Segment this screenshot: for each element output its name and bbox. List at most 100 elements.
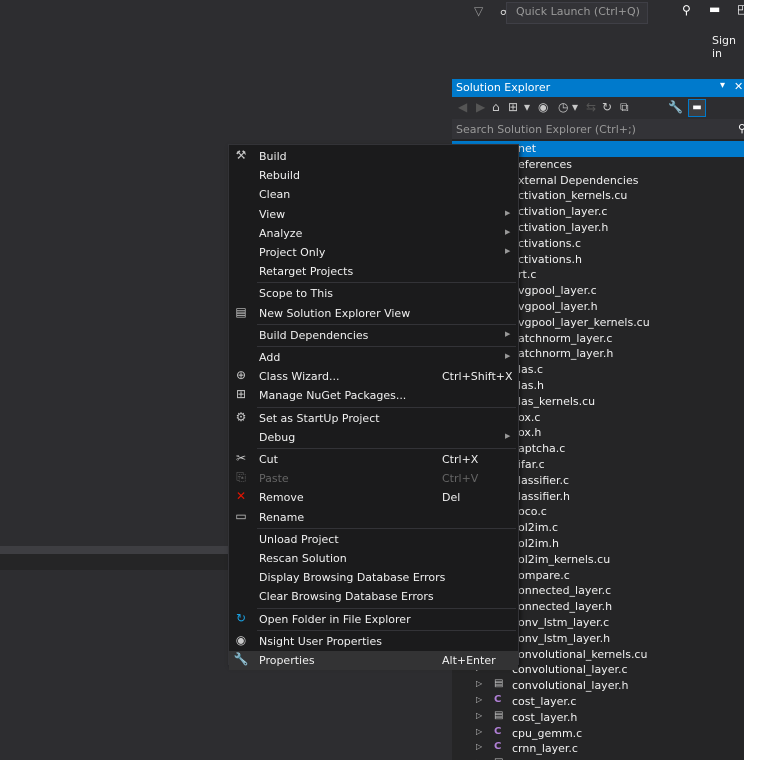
menu-item-retarget-projects[interactable]: Retarget Projects (229, 262, 518, 281)
menu-separator (257, 282, 516, 284)
chevron-down-icon[interactable]: ▾ (572, 100, 578, 114)
tree-item-label: ompare.c (518, 568, 570, 582)
menu-item-properties[interactable]: 🔧 Properties Alt+Enter (229, 651, 518, 670)
menu-item-nsight-user-properties[interactable]: ◉ Nsight User Properties (229, 632, 518, 651)
pending-changes-icon[interactable]: ◷ (558, 100, 568, 114)
solution-explorer-search-input[interactable]: Search Solution Explorer (Ctrl+;) ⚲ (452, 119, 744, 139)
expand-icon[interactable]: ▷ (476, 695, 482, 704)
menu-item-view[interactable]: View ▶ (229, 205, 518, 224)
expand-icon[interactable]: ▷ (476, 742, 482, 751)
menu-item-shortcut: Ctrl+V (442, 472, 479, 486)
minimize-icon[interactable]: ▬ (709, 2, 720, 16)
show-all-files-icon[interactable]: ⧉ (620, 100, 629, 115)
menu-item-label: Clean (259, 188, 291, 202)
menu-item-rebuild[interactable]: Rebuild (229, 166, 518, 185)
search-icon[interactable]: ⚲ (738, 122, 744, 135)
menu-item-label: Build (259, 150, 287, 163)
menu-item-rename[interactable]: ▭ Rename (229, 508, 518, 527)
nsight-icon[interactable]: ◉ (538, 100, 548, 114)
menu-item-rescan-solution[interactable]: Rescan Solution (229, 549, 518, 568)
header-file-icon: ▤ (494, 678, 504, 690)
menu-item-add[interactable]: Add ▶ (229, 348, 518, 367)
menu-item-label: Manage NuGet Packages... (259, 389, 407, 403)
back-icon[interactable]: ◀ (458, 100, 467, 114)
menu-item-paste[interactable]: ⎘ Paste Ctrl+V (229, 469, 518, 488)
menu-item-scope-to-this[interactable]: Scope to This (229, 284, 518, 303)
class-wizard-icon: ⊕ (235, 368, 247, 383)
tree-item-label: ifar.c (518, 458, 545, 471)
forward-icon[interactable]: ▶ (476, 100, 485, 114)
expand-icon[interactable]: ▷ (476, 711, 482, 720)
menu-item-project-only[interactable]: Project Only ▶ (229, 243, 518, 262)
menu-item-unload-project[interactable]: Unload Project (229, 530, 518, 549)
menu-item-shortcut: Alt+Enter (442, 654, 496, 667)
expand-icon[interactable]: ▷ (476, 727, 482, 736)
search-placeholder: Search Solution Explorer (Ctrl+;) (456, 123, 636, 136)
menu-item-open-folder-in-file-explorer[interactable]: ↻ Open Folder in File Explorer (229, 610, 518, 629)
tree-item-label: ctivation_layer.c (518, 205, 608, 219)
tree-item[interactable]: ▷ Ccost_layer.c (452, 694, 744, 710)
menu-item-label: Retarget Projects (259, 265, 354, 279)
menu-item-new-solution-explorer-view[interactable]: ▤ New Solution Explorer View (229, 304, 518, 323)
tree-item[interactable]: ▷ ▤ convolutional_layer.h (452, 678, 744, 694)
sign-in-link[interactable]: Sign in (712, 34, 744, 60)
menu-item-label: New Solution Explorer View (259, 306, 411, 320)
menu-item-label: Rename (259, 510, 305, 524)
menu-item-clear-browsing-database-errors[interactable]: Clear Browsing Database Errors (229, 587, 518, 606)
menu-separator (257, 323, 516, 325)
menu-item-class-wizard[interactable]: ⊕ Class Wizard... Ctrl+Shift+X (229, 367, 518, 386)
search-icon[interactable]: ⚲ (682, 3, 691, 17)
context-menu: ⚒ Build Rebuild Clean View ▶ Analyze ▶ Project O… (228, 144, 519, 670)
menu-item-display-browsing-database-errors[interactable]: Display Browsing Database Errors (229, 568, 518, 587)
menu-item-shortcut: Ctrl+Shift+X (442, 370, 513, 384)
menu-item-label: Analyze (259, 226, 303, 240)
gear-icon: ⚙ (235, 409, 247, 424)
pin-dropdown-icon[interactable]: ▾ (720, 80, 725, 91)
menu-item-label: Scope to This (259, 287, 334, 301)
refresh-icon[interactable]: ↻ (602, 100, 612, 114)
sync-icon[interactable]: ⇆ (586, 100, 596, 114)
menu-item-label: Set as StartUp Project (259, 411, 380, 425)
tree-item-label: vgpool_layer.h (518, 300, 598, 313)
preview-icon[interactable]: ▬ (688, 99, 706, 117)
close-icon[interactable]: ✕ (734, 80, 743, 93)
tree-item[interactable]: ▷ ▤ cost_layer.h (452, 710, 744, 726)
tree-item-label: las_kernels.cu (518, 394, 596, 408)
menu-item-set-as-startup-project[interactable]: ⚙ Set as StartUp Project (229, 409, 518, 428)
tree-item-label: rt.c (518, 268, 537, 282)
expand-icon[interactable]: ▷ (476, 679, 482, 688)
switch-views-icon[interactable]: ⊞ (508, 100, 518, 114)
menu-item-build-dependencies[interactable]: Build Dependencies ▶ (229, 326, 518, 345)
menu-item-label: Add (259, 351, 281, 364)
menu-item-label: Remove (259, 491, 304, 505)
tree-item[interactable]: ▷ Ccrnn_layer.c (452, 741, 744, 757)
tree-item-label: atchnorm_layer.h (518, 347, 614, 361)
menu-item-analyze[interactable]: Analyze ▶ (229, 224, 518, 243)
menu-item-build[interactable]: ⚒ Build (229, 147, 518, 166)
menu-item-clean[interactable]: Clean (229, 185, 518, 204)
tree-item-label: ox.h (518, 426, 542, 440)
tree-item[interactable]: ▷ Ccpu_gemm.c (452, 726, 744, 742)
menu-item-manage-nuget-packages[interactable]: ⊞ Manage NuGet Packages... (229, 386, 518, 405)
submenu-arrow-icon: ▶ (505, 227, 511, 236)
wrench-icon[interactable]: 🔧 (668, 100, 683, 114)
wrench-icon: 🔧 (233, 652, 249, 666)
menu-item-remove[interactable]: ✕ Remove Del (229, 488, 518, 507)
tree-item-label: crnn_layer.c (512, 742, 578, 756)
tree-item-label: ol2im_kernels.cu (518, 552, 611, 566)
menu-item-label: Open Folder in File Explorer (259, 612, 411, 626)
menu-item-debug[interactable]: Debug ▶ (229, 428, 518, 447)
paste-icon: ⎘ (236, 470, 246, 485)
tree-item-label: las.c (518, 363, 544, 377)
tree-item-label: cpu_gemm.c (512, 726, 583, 740)
solution-explorer-titlebar[interactable]: Solution Explorer ▾ ✕ (452, 79, 744, 97)
menu-item-label: Build Dependencies (259, 328, 369, 342)
home-icon[interactable]: ⌂ (492, 100, 500, 114)
chevron-down-icon[interactable]: ▾ (524, 100, 530, 114)
filter-icon[interactable]: ▽ (474, 4, 483, 18)
tree-item-label: ol2im.h (518, 537, 560, 550)
new-view-icon: ▤ (235, 304, 247, 319)
menu-item-cut[interactable]: ✂ Cut Ctrl+X (229, 450, 518, 469)
maximize-icon[interactable]: ◰ (737, 2, 744, 16)
tree-item-label: vgpool_layer_kernels.cu (518, 315, 650, 329)
